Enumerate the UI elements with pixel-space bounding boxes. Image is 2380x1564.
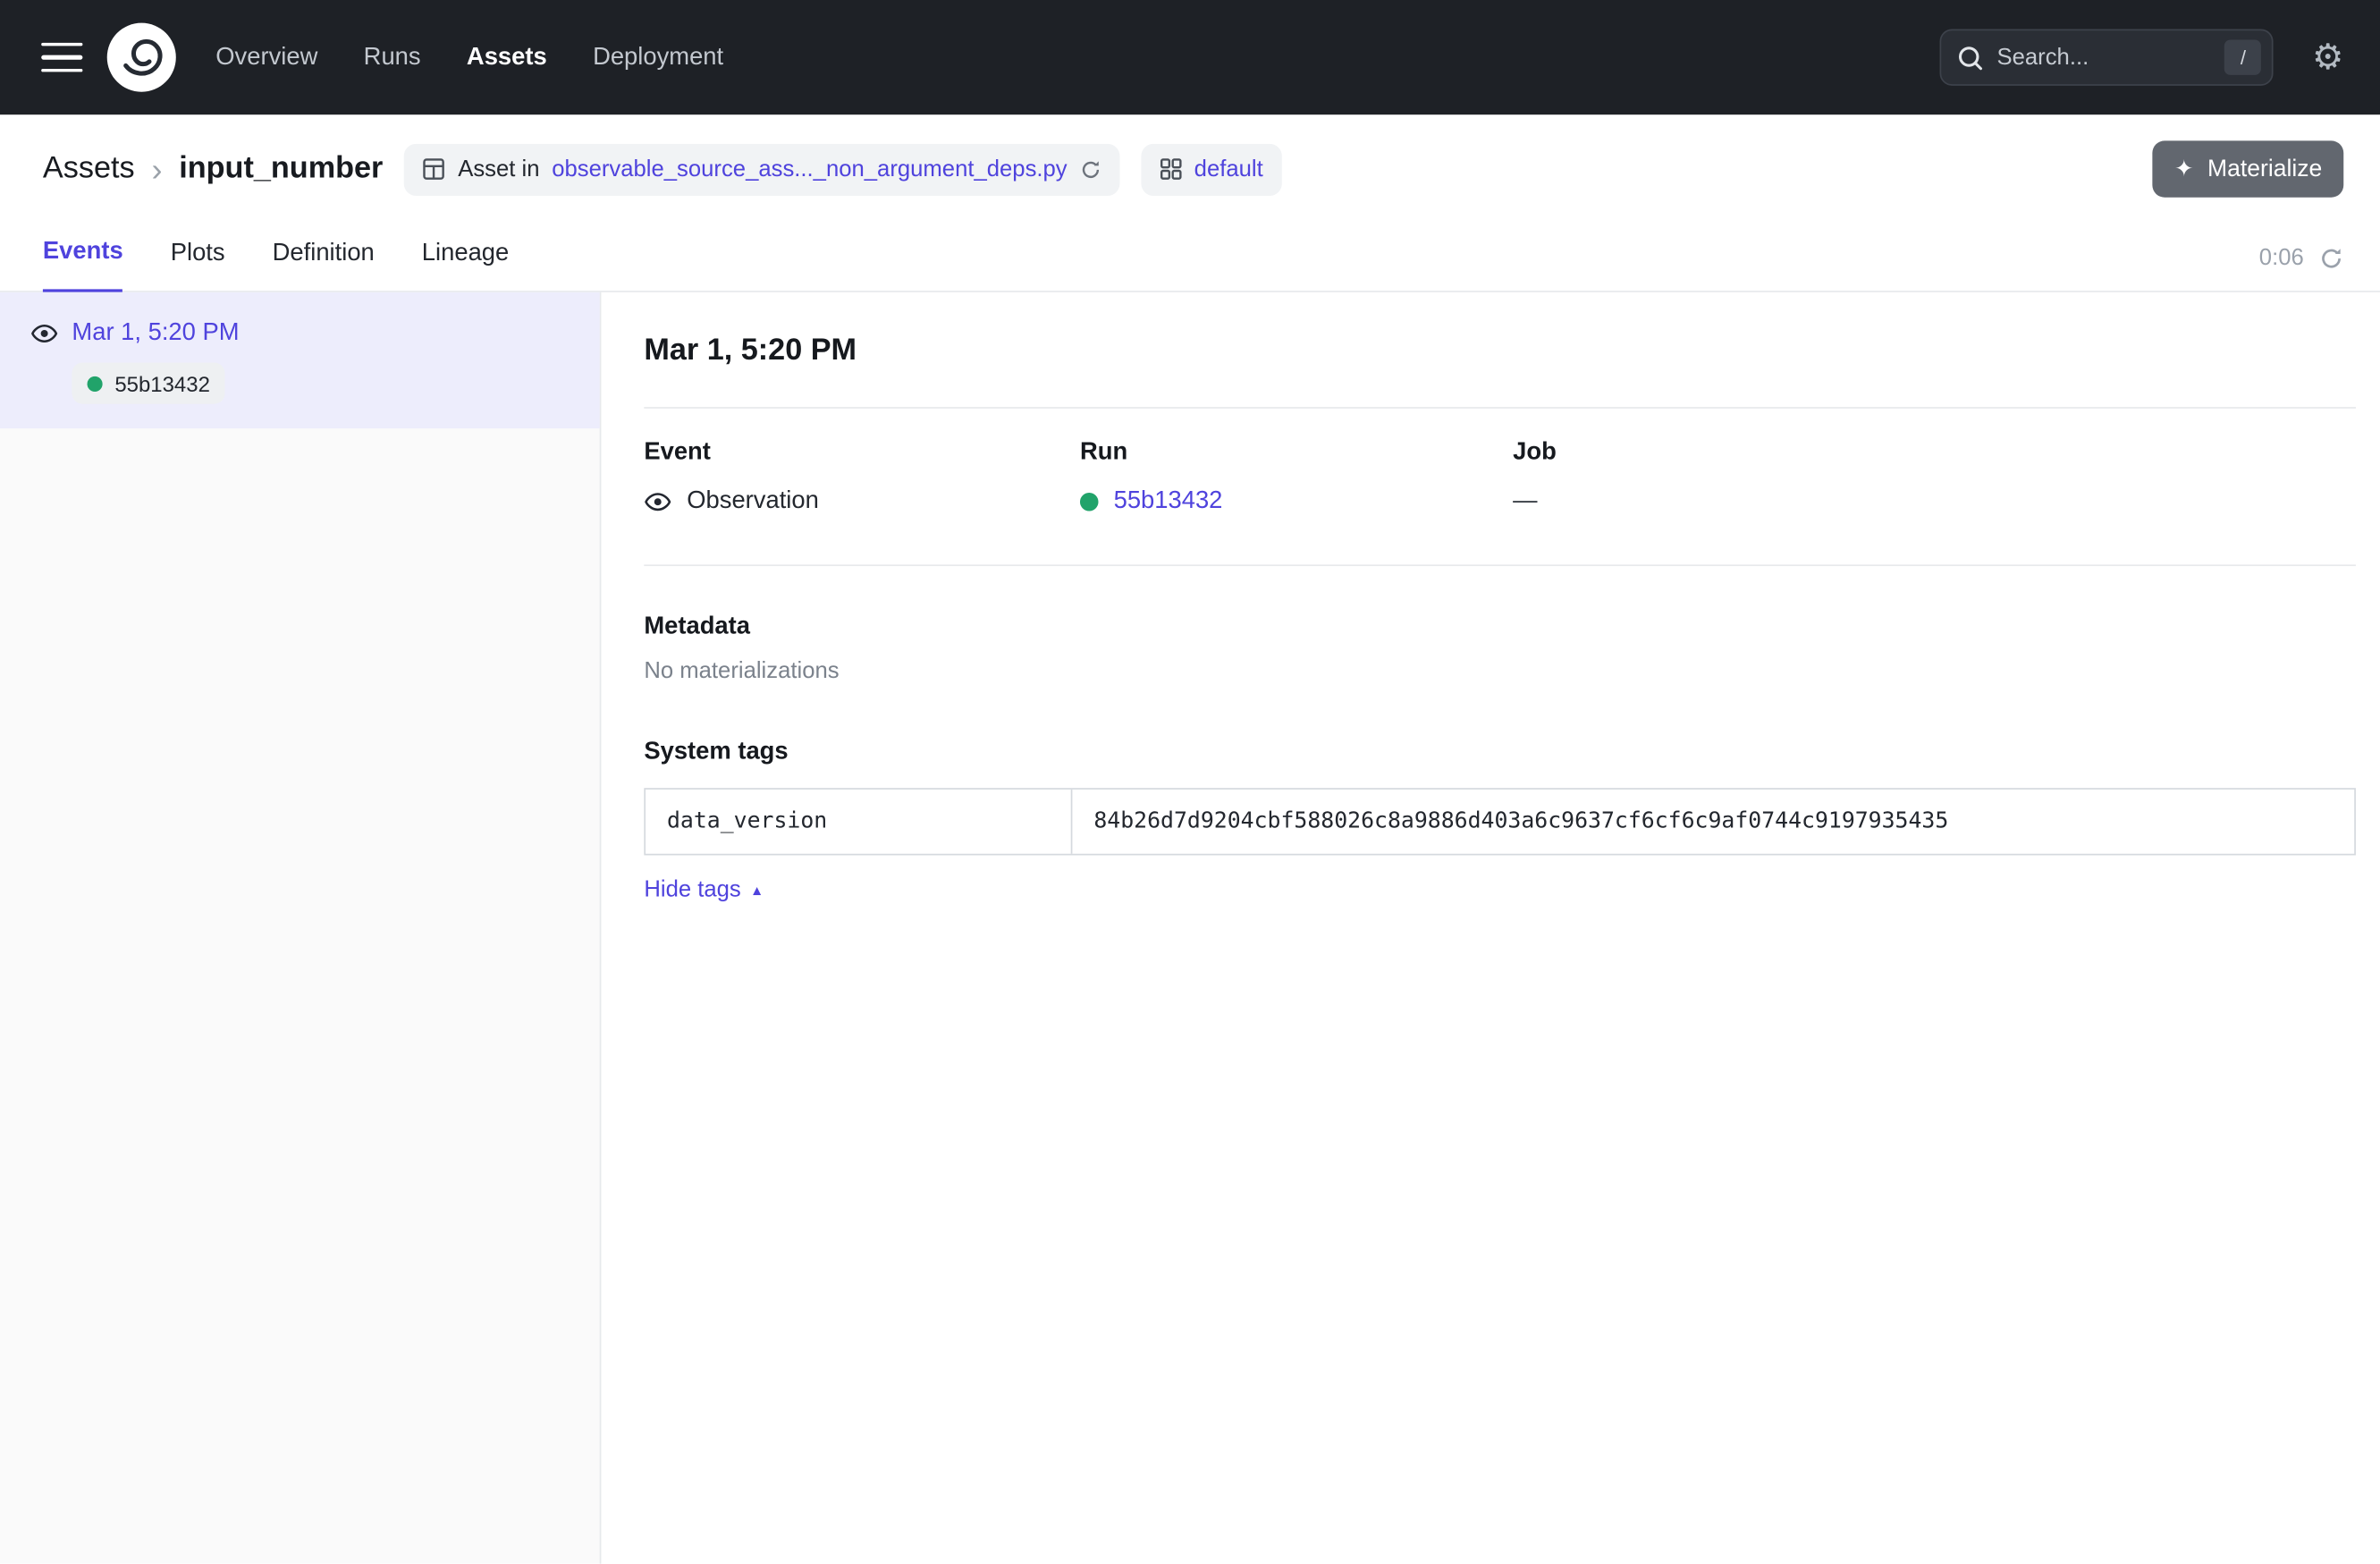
run-id-link[interactable]: 55b13432 bbox=[1114, 488, 1223, 516]
reload-definition-icon[interactable] bbox=[1079, 158, 1101, 180]
refresh-icon[interactable] bbox=[2319, 246, 2343, 270]
table-icon bbox=[423, 157, 446, 181]
divider bbox=[644, 564, 2356, 566]
search-input[interactable] bbox=[1996, 45, 2212, 71]
tab-events[interactable]: Events bbox=[43, 239, 123, 292]
content-area: Mar 1, 5:20 PM 55b13432 Mar 1, 5:20 PM E… bbox=[0, 292, 2380, 1564]
event-list-item-selected[interactable]: Mar 1, 5:20 PM 55b13432 bbox=[0, 292, 600, 428]
asset-group-chip[interactable]: default bbox=[1141, 143, 1281, 195]
nav-item-runs[interactable]: Runs bbox=[364, 44, 421, 72]
materialize-button[interactable]: ✦ Materialize bbox=[2153, 140, 2343, 197]
page-header: Assets › input_number Asset in observabl… bbox=[0, 114, 2380, 217]
event-summary-row: Event Observation Run bbox=[644, 439, 2356, 516]
job-column-header: Job bbox=[1513, 439, 2356, 467]
eye-icon bbox=[30, 320, 58, 348]
nav-item-overview[interactable]: Overview bbox=[215, 44, 317, 72]
materialize-label: Materialize bbox=[2207, 156, 2322, 183]
event-type-label: Observation bbox=[687, 488, 819, 516]
breadcrumb: Assets › input_number bbox=[43, 151, 383, 186]
tag-key-cell: data_version bbox=[646, 790, 1072, 854]
search-icon bbox=[1957, 44, 1985, 72]
job-column: Job — bbox=[1513, 439, 2356, 516]
app-root: Overview Runs Assets Deployment / ⚙ Asse… bbox=[0, 0, 2380, 1564]
dagster-logo[interactable] bbox=[105, 21, 177, 93]
top-nav: Overview Runs Assets Deployment / ⚙ bbox=[0, 0, 2380, 114]
group-default-link[interactable]: default bbox=[1194, 156, 1263, 182]
asset-file-link[interactable]: observable_source_ass..._non_argument_de… bbox=[552, 156, 1067, 182]
primary-nav: Overview Runs Assets Deployment bbox=[215, 44, 723, 72]
sparkle-icon: ✦ bbox=[2174, 157, 2194, 181]
asset-definition-chip[interactable]: Asset in observable_source_ass..._non_ar… bbox=[404, 143, 1118, 195]
run-status-dot bbox=[1080, 493, 1099, 511]
asset-group-icon bbox=[1159, 157, 1182, 181]
hide-tags-label: Hide tags bbox=[644, 876, 740, 902]
event-timestamp-link[interactable]: Mar 1, 5:20 PM bbox=[72, 320, 239, 348]
tag-value-cell: 84b26d7d9204cbf588026c8a9886d403a6c9637c… bbox=[1072, 790, 2354, 854]
tab-plots[interactable]: Plots bbox=[171, 241, 225, 291]
run-status-dot bbox=[88, 376, 103, 391]
caret-up-icon: ▲ bbox=[750, 882, 764, 897]
system-tags-table: data_version 84b26d7d9204cbf588026c8a988… bbox=[644, 788, 2356, 855]
nav-item-deployment[interactable]: Deployment bbox=[593, 44, 723, 72]
event-detail-panel: Mar 1, 5:20 PM Event Observation bbox=[601, 292, 2380, 1564]
run-id-label: 55b13432 bbox=[114, 371, 210, 395]
gear-icon[interactable]: ⚙ bbox=[2312, 39, 2343, 74]
breadcrumb-assets-link[interactable]: Assets bbox=[43, 151, 135, 186]
run-id-chip[interactable]: 55b13432 bbox=[72, 363, 225, 404]
observation-eye-icon bbox=[644, 488, 671, 516]
metadata-section: Metadata No materializations bbox=[644, 613, 2356, 684]
tab-lineage[interactable]: Lineage bbox=[422, 241, 509, 291]
metadata-empty-text: No materializations bbox=[644, 658, 2356, 684]
asset-name-title: input_number bbox=[179, 151, 383, 186]
event-column: Event Observation bbox=[644, 439, 1080, 516]
chevron-right-icon: › bbox=[151, 152, 162, 186]
event-title: Mar 1, 5:20 PM bbox=[644, 334, 2356, 368]
refresh-status: 0:06 bbox=[2259, 245, 2343, 291]
hide-tags-link[interactable]: Hide tags ▲ bbox=[644, 876, 764, 902]
nav-item-assets[interactable]: Assets bbox=[467, 44, 547, 72]
tab-definition[interactable]: Definition bbox=[273, 241, 375, 291]
hamburger-menu-icon[interactable] bbox=[41, 37, 82, 79]
tab-bar: Events Plots Definition Lineage 0:06 bbox=[0, 217, 2380, 292]
global-search[interactable]: / bbox=[1940, 30, 2274, 86]
system-tags-header: System tags bbox=[644, 739, 2356, 766]
system-tags-section: System tags data_version 84b26d7d9204cbf… bbox=[644, 739, 2356, 904]
job-empty-value: — bbox=[1513, 488, 1537, 516]
event-column-header: Event bbox=[644, 439, 1080, 467]
metadata-header: Metadata bbox=[644, 613, 2356, 641]
event-list-sidebar: Mar 1, 5:20 PM 55b13432 bbox=[0, 292, 601, 1564]
divider bbox=[644, 407, 2356, 409]
run-column: Run 55b13432 bbox=[1080, 439, 1513, 516]
asset-chip-prefix: Asset in bbox=[458, 156, 539, 182]
run-column-header: Run bbox=[1080, 439, 1513, 467]
refresh-timer: 0:06 bbox=[2259, 245, 2304, 271]
search-shortcut-badge: / bbox=[2224, 39, 2261, 74]
